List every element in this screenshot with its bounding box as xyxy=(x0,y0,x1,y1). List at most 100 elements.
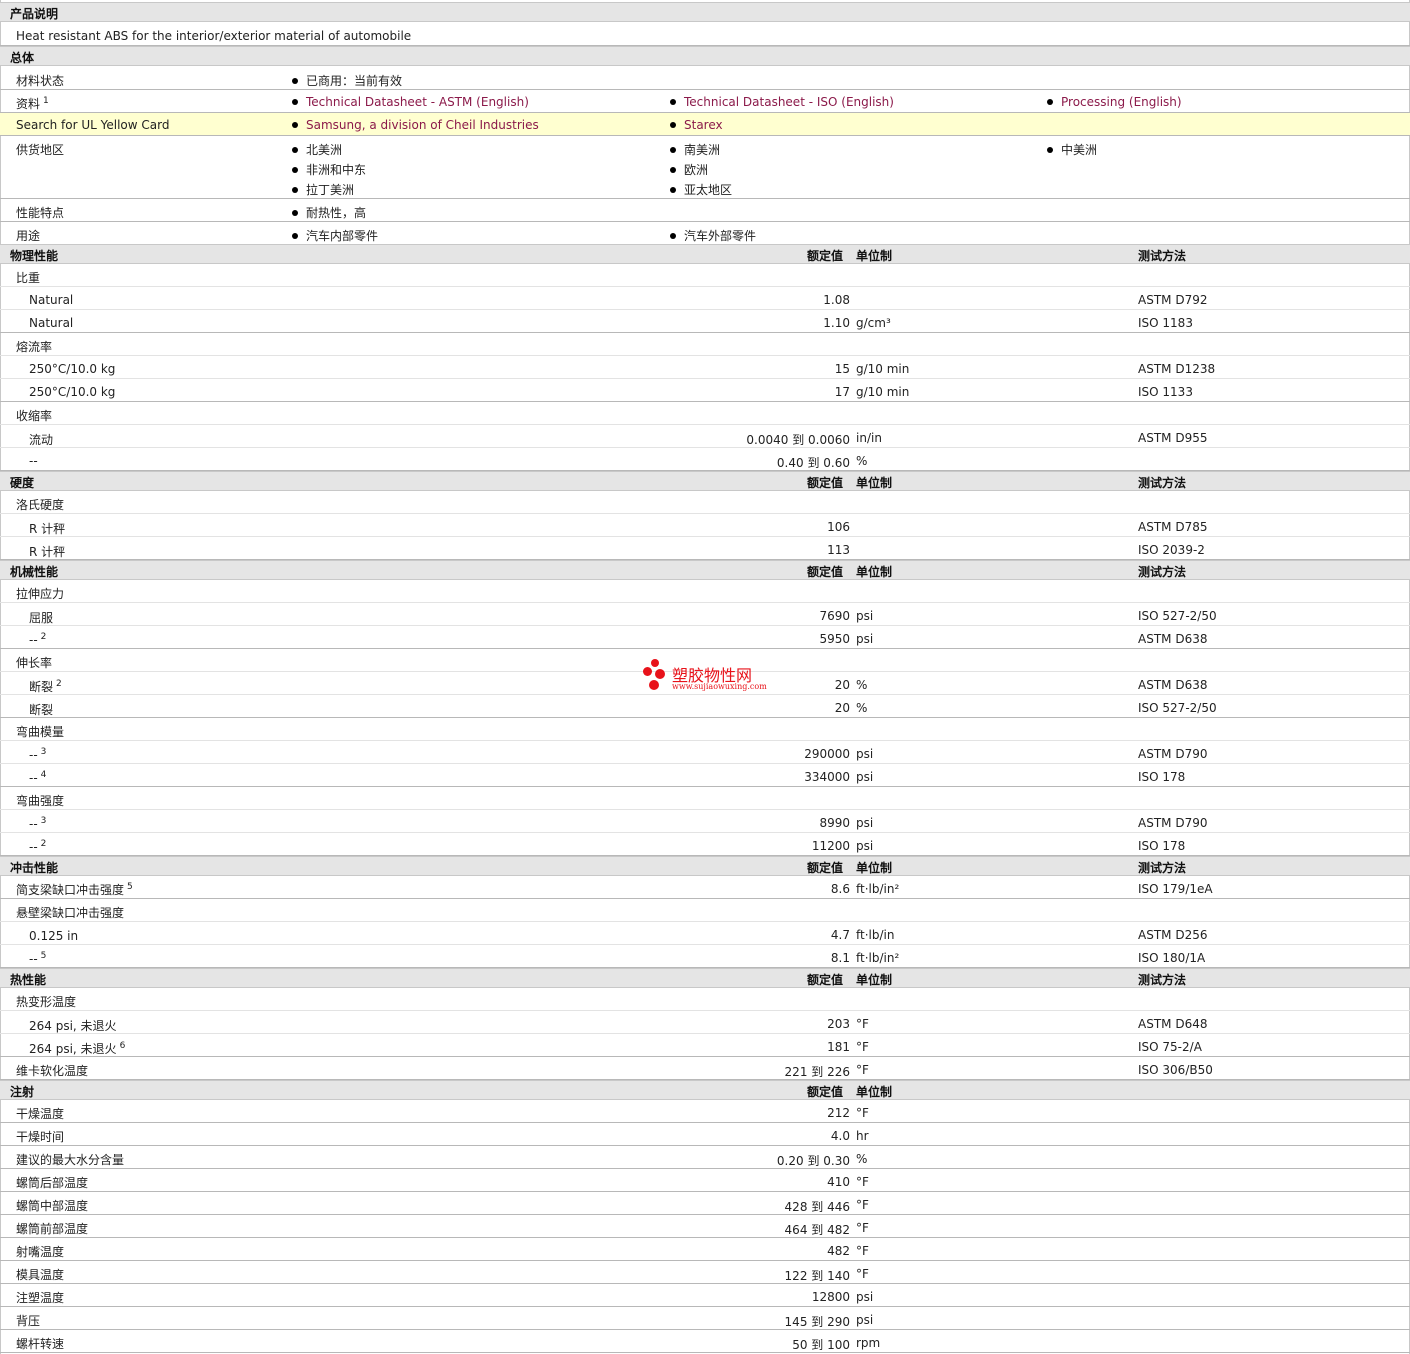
bullet-icon xyxy=(670,99,676,105)
test-method: ASTM D790 xyxy=(1138,747,1208,761)
property-name: 悬壁梁缺口冲击强度 xyxy=(16,906,125,920)
unit-value: hr xyxy=(856,1129,869,1143)
table-row: -- 2 5950 psi ASTM D638 xyxy=(0,626,1410,649)
property-name: 螺杆转速 xyxy=(16,1337,65,1351)
unit-value: °F xyxy=(856,1175,869,1189)
condition: 流动 xyxy=(29,433,54,447)
table-row: -- 3 290000 psi ASTM D790 xyxy=(0,741,1410,764)
unit-value: % xyxy=(856,701,868,715)
section-title: 注射 xyxy=(10,1085,35,1099)
property-name: 螺筒后部温度 xyxy=(16,1176,89,1190)
nominal-value: 1.10 xyxy=(823,316,850,330)
column-nominal: 额定值 xyxy=(807,565,844,579)
logo-dot xyxy=(643,667,652,676)
list-item: 中美洲 xyxy=(1047,141,1097,161)
nominal-value: 8990 xyxy=(819,816,850,830)
doc-link-iso[interactable]: Technical Datasheet - ISO (English) xyxy=(670,95,894,109)
section-header-general: 总体 xyxy=(0,46,1410,66)
bullet-icon xyxy=(1047,99,1053,105)
unit-value: °F xyxy=(856,1198,869,1212)
unit-value: psi xyxy=(856,816,874,830)
ul-yellow-card-label[interactable]: Search for UL Yellow Card xyxy=(16,118,169,132)
property-group: 弯曲强度 xyxy=(0,787,1410,810)
supply-list: 北美洲 非洲和中东 拉丁美洲 xyxy=(292,141,366,201)
test-method: ASTM D1238 xyxy=(1138,362,1216,376)
nominal-value: 334000 xyxy=(804,770,850,784)
column-unit: 单位制 xyxy=(856,973,893,987)
column-unit: 单位制 xyxy=(856,476,893,490)
doc-link-processing[interactable]: Processing (English) xyxy=(1047,95,1182,109)
condition: 264 psi, 未退火 xyxy=(29,1019,117,1033)
unit-value: % xyxy=(856,454,868,468)
property-name: 弯曲强度 xyxy=(16,794,65,808)
bullet-icon xyxy=(1047,147,1053,153)
nominal-value: 428 到 446 xyxy=(784,1200,850,1214)
doc-link-astm[interactable]: Technical Datasheet - ASTM (English) xyxy=(292,95,529,109)
table-row: 背压 145 到 290 psi xyxy=(0,1307,1410,1330)
nominal-value: 212 xyxy=(827,1106,850,1120)
list-item: 欧洲 xyxy=(670,161,732,181)
ul-link-starex[interactable]: Starex xyxy=(670,118,723,132)
status-row: 材料状态 已商用：当前有效 xyxy=(0,67,1410,90)
condition: -- 5 xyxy=(29,951,47,966)
table-row: 屈服 7690 psi ISO 527-2/50 xyxy=(0,603,1410,626)
nominal-value: 5950 xyxy=(819,632,850,646)
test-method: ASTM D790 xyxy=(1138,816,1208,830)
ul-link-samsung[interactable]: Samsung, a division of Cheil Industries xyxy=(292,118,539,132)
nominal-value: 0.0040 到 0.0060 xyxy=(746,433,850,447)
list-item: 南美洲 xyxy=(670,141,732,161)
property-name: 建议的最大水分含量 xyxy=(16,1153,125,1167)
nominal-value: 20 xyxy=(834,678,850,692)
table-row: 螺杆转速 50 到 100 rpm xyxy=(0,1330,1410,1353)
table-row: 维卡软化温度 221 到 226 °F ISO 306/B50 xyxy=(0,1057,1410,1080)
condition: -- 2 xyxy=(29,839,47,854)
nominal-value: 113 xyxy=(827,543,850,557)
unit-value: °F xyxy=(856,1106,869,1120)
test-method: ASTM D785 xyxy=(1138,520,1208,534)
table-row: -- 2 11200 psi ISO 178 xyxy=(0,833,1410,856)
property-name: 螺筒中部温度 xyxy=(16,1199,89,1213)
bullet-icon xyxy=(292,78,298,84)
unit-value: g/cm³ xyxy=(856,316,891,330)
nominal-value: 122 到 140 xyxy=(784,1269,850,1283)
table-row: 简支梁缺口冲击强度 5 8.6 ft·lb/in² ISO 179/1eA xyxy=(0,876,1410,899)
nominal-value: 410 xyxy=(827,1175,850,1189)
supply-list: 南美洲 欧洲 亚太地区 xyxy=(670,141,732,201)
table-row: 干燥温度 212 °F xyxy=(0,1100,1410,1123)
property-group: 弯曲模量 xyxy=(0,718,1410,741)
unit-value: psi xyxy=(856,839,874,853)
table-row: R 计秤 113 ISO 2039-2 xyxy=(0,537,1410,560)
property-name: 热变形温度 xyxy=(16,995,77,1009)
section-title: 冲击性能 xyxy=(10,861,59,875)
nominal-value: 1.08 xyxy=(823,293,850,307)
test-method: ASTM D792 xyxy=(1138,293,1208,307)
logo-dot xyxy=(649,680,659,690)
test-method: ASTM D256 xyxy=(1138,928,1208,942)
uses-value: 汽车外部零件 xyxy=(670,227,756,244)
nominal-value: 290000 xyxy=(804,747,850,761)
property-name: 背压 xyxy=(16,1314,41,1328)
condition: -- 3 xyxy=(29,816,47,831)
condition: 屈服 xyxy=(29,611,54,625)
nominal-value: 464 到 482 xyxy=(784,1223,850,1237)
condition: -- xyxy=(29,454,38,468)
section-header-injection: 注射 额定值 单位制 xyxy=(0,1080,1410,1100)
column-unit: 单位制 xyxy=(856,565,893,579)
supply-row: 供货地区 北美洲 非洲和中东 拉丁美洲 南美洲 欧洲 亚太地区 中美洲 xyxy=(0,136,1410,199)
table-row: 注塑温度 12800 psi xyxy=(0,1284,1410,1307)
column-method: 测试方法 xyxy=(1138,249,1187,263)
supply-label: 供货地区 xyxy=(16,143,65,157)
bullet-icon xyxy=(670,122,676,128)
section-title: 产品说明 xyxy=(10,7,59,21)
condition: -- 4 xyxy=(29,770,47,785)
condition: 0.125 in xyxy=(29,929,79,943)
property-name: 熔流率 xyxy=(16,340,53,354)
property-name: 模具温度 xyxy=(16,1268,65,1282)
product-description: Heat resistant ABS for the interior/exte… xyxy=(16,29,412,43)
nominal-value: 20 xyxy=(834,701,850,715)
logo-dot xyxy=(651,659,659,667)
bullet-icon xyxy=(670,187,676,193)
test-method: ASTM D638 xyxy=(1138,632,1208,646)
condition: 断裂 2 xyxy=(29,679,62,694)
table-row: 螺筒后部温度 410 °F xyxy=(0,1169,1410,1192)
